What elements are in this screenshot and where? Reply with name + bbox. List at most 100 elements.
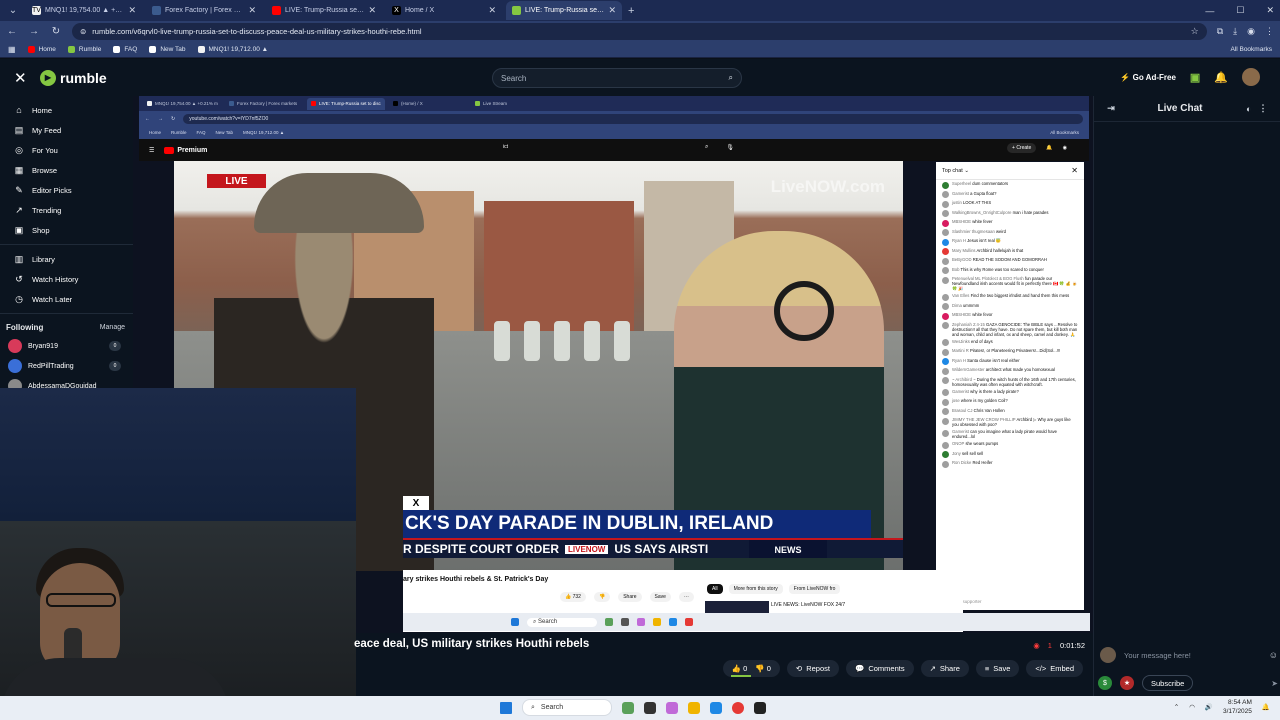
embed-label: Embed (1050, 664, 1074, 673)
comments-button[interactable]: 💬 Comments (845, 660, 914, 677)
rant-dollar-icon[interactable]: $ (1098, 676, 1112, 690)
taskbar-clock[interactable]: 8:54 AM 3/17/2025 (1223, 698, 1252, 716)
stream-chip: All (707, 584, 723, 594)
bookmark-item[interactable]: MNQ1! 19,712.00 ▲ (197, 46, 268, 53)
wifi-icon[interactable]: ◠ (1189, 703, 1195, 711)
tab-close-icon[interactable]: ✕ (248, 5, 256, 16)
new-tab-button[interactable]: + (628, 5, 634, 17)
sidebar-item-editor-picks[interactable]: ✎ Editor Picks (0, 180, 133, 200)
search-icon[interactable]: ⌕ (729, 73, 733, 83)
task-view-icon[interactable] (644, 701, 656, 714)
downloads-icon[interactable]: ⤓ (1233, 26, 1237, 37)
widgets-icon[interactable] (622, 701, 634, 714)
sidebar-item-watch-history[interactable]: ↺ Watch History (0, 269, 133, 289)
live-chat-header: ⇥ Live Chat ◐ ⋮ (1094, 96, 1280, 122)
sidebar-item-trending[interactable]: ↗ Trending (0, 200, 133, 220)
stream-chat-body: ONOP she wears pumps (952, 441, 998, 449)
profile-icon[interactable]: ◉ (1247, 26, 1255, 37)
tab-close-icon[interactable]: ✕ (608, 5, 616, 16)
embed-button[interactable]: </> Embed (1026, 660, 1083, 677)
sidebar-item-shop[interactable]: ▣ Shop (0, 220, 133, 240)
share-button[interactable]: ↗ Share (920, 660, 969, 677)
stream-chat-message: ONOP she wears pumps (936, 440, 1084, 450)
file-explorer-icon[interactable] (688, 701, 700, 714)
bookmark-item[interactable]: Home (27, 46, 56, 53)
rumble-logo[interactable]: ▶ rumble (40, 69, 107, 86)
subscribe-button[interactable]: Subscribe (1142, 675, 1194, 691)
bookmark-item[interactable]: Rumble (67, 46, 101, 53)
tab-close-icon[interactable]: ✕ (368, 5, 376, 16)
like-button[interactable]: 👍 0 (732, 664, 748, 673)
site-info-icon[interactable]: ⊜ (80, 27, 86, 36)
chat-more-icon[interactable]: ⋮ (1256, 103, 1270, 114)
go-live-icon[interactable]: ▣ (1190, 71, 1200, 84)
stream-chat-message: Petenuelval ML Plotolect & BOG Flush fun… (936, 275, 1084, 292)
browser-tab[interactable]: X Home / X ✕ (386, 1, 502, 20)
extensions-icon[interactable]: ⧉ (1217, 26, 1223, 37)
following-channel[interactable]: RedPillTrading 0 (0, 356, 133, 376)
bookmark-item[interactable]: New Tab (149, 46, 186, 53)
notifications-bell-icon[interactable]: 🔔 (1214, 71, 1228, 84)
obs-icon[interactable] (754, 701, 766, 714)
collapse-chat-icon[interactable]: ⇥ (1104, 103, 1118, 114)
back-icon[interactable]: ← (6, 26, 18, 37)
sidebar-item-library[interactable]: ▥ Library (0, 249, 133, 269)
maximize-icon[interactable]: ☐ (1236, 5, 1244, 16)
forward-icon[interactable]: → (28, 26, 40, 37)
tab-close-icon[interactable]: ✕ (488, 5, 496, 16)
lightning-icon: ⚡ (1120, 72, 1131, 82)
tray-expand-icon[interactable]: ⌃ (1174, 703, 1179, 711)
browser-tab[interactable]: LIVE: Trump-Russia set to discu ✕ (506, 1, 622, 20)
chat-mode-icon[interactable]: ◐ (1242, 104, 1256, 114)
stream-chat-title: Top chat (942, 167, 963, 174)
sidebar-item-browse[interactable]: ▦ Browse (0, 160, 133, 180)
stream-bookmark: Home (149, 130, 162, 135)
taskbar-apps: ⌕ Search (500, 699, 766, 716)
send-message-icon[interactable]: ➤ (1271, 679, 1278, 688)
url-field[interactable]: ⊜ rumble.com/v6qrvl0-live-trump-russia-s… (72, 23, 1207, 40)
tab-search-icon[interactable]: ⌄ (4, 3, 22, 19)
following-channel[interactable]: Bryan919 0 (0, 336, 133, 356)
sidebar-item-home[interactable]: ⌂ Home (0, 100, 133, 120)
edge-icon[interactable] (710, 701, 722, 714)
save-button[interactable]: ≡ Save (975, 660, 1020, 677)
lower-third-headline: CK'S DAY PARADE IN DUBLIN, IRELAND (403, 510, 871, 538)
dislike-button[interactable]: 👎 0 (755, 664, 771, 673)
manage-following-link[interactable]: Manage (100, 324, 125, 331)
taskbar-search[interactable]: ⌕ Search (522, 699, 612, 716)
search-input[interactable]: Search ⌕ (492, 68, 742, 88)
go-ad-free-button[interactable]: ⚡ Go Ad-Free (1120, 73, 1175, 82)
tab-close-icon[interactable]: ✕ (128, 5, 136, 16)
stream-bell-icon: 🔔 (1046, 145, 1053, 151)
notification-center-icon[interactable]: 🔔 (1262, 703, 1270, 711)
bookmark-item[interactable]: FAQ (113, 46, 137, 53)
emoji-icon[interactable]: ☺ (1269, 650, 1278, 660)
chrome-icon[interactable] (732, 701, 744, 714)
sidebar-item-for-you[interactable]: ◎ For You (0, 140, 133, 160)
bookmark-star-icon[interactable]: ☆ (1191, 26, 1199, 37)
user-avatar[interactable] (1242, 68, 1260, 86)
browser-tab[interactable]: TV MNQ1! 19,754.00 ▲ +0.21% m ✕ (26, 1, 142, 20)
apps-icon[interactable]: ▦ (8, 45, 16, 54)
stream-bookmark: FAQ (196, 130, 206, 135)
stream-chat-text: Jesus isn't real 😇 (967, 238, 1002, 243)
stream-app-icon (637, 618, 645, 626)
all-bookmarks[interactable]: All Bookmarks (1230, 46, 1272, 53)
close-window-icon[interactable]: ✕ (1266, 5, 1274, 16)
close-icon[interactable]: ✕ (14, 69, 28, 87)
copilot-icon[interactable] (666, 701, 678, 714)
stream-chat-message: Van Elles Find the two biggest irlndist … (936, 292, 1084, 302)
sidebar-item-watch-later[interactable]: ◷ Watch Later (0, 289, 133, 309)
start-menu-icon[interactable] (500, 701, 512, 714)
sidebar-item-my-feed[interactable]: ▤ My Feed (0, 120, 133, 140)
bookmark-favicon-icon (113, 46, 121, 53)
menu-icon[interactable]: ⋮ (1265, 26, 1274, 37)
reload-icon[interactable]: ↻ (50, 26, 62, 37)
minimize-icon[interactable]: — (1205, 6, 1214, 16)
gift-icon[interactable]: ★ (1120, 676, 1134, 690)
repost-button[interactable]: ⟲ Repost (786, 660, 839, 677)
browser-tab[interactable]: Forex Factory | Forex markets fo ✕ (146, 1, 262, 20)
browser-tab[interactable]: LIVE: Trump-Russia set to discu ✕ (266, 1, 382, 20)
volume-icon[interactable]: 🔊 (1205, 703, 1213, 711)
chat-message-input[interactable]: Your message here! ☺ (1098, 644, 1278, 666)
